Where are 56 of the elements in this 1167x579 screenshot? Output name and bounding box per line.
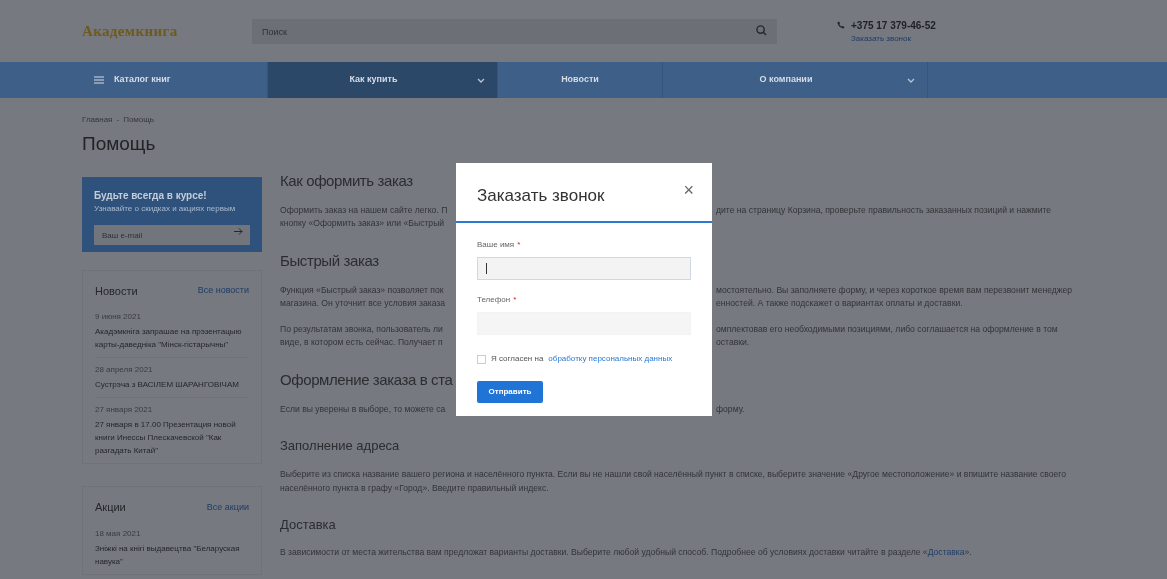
breadcrumb-link[interactable]: Помощь [123,114,155,126]
subscribe-subtitle: Узнавайте о скидках и акциях первым [94,202,237,215]
consent-checkbox[interactable] [477,354,486,364]
paragraph-text: омплектовав его необходимыми позициями, либо соглашается на оформление в том [716,323,1058,336]
all-items-link[interactable]: Все новости [197,284,249,298]
section-heading: Как оформить заказ [280,171,413,191]
search-field[interactable]: Поиск [252,19,777,45]
field-label: Ваше имя [477,239,515,251]
email-field[interactable]: Ваш e-mail [94,225,250,245]
section-heading: Оформление заказа в ста [280,370,453,390]
subscribe-title: Будьте всегда в курсе! [94,188,208,203]
close-button[interactable]: × [683,183,694,197]
menu-icon [94,76,104,84]
news-title[interactable]: Акадэмкніга запрашае на прэзентацыю карты-даведніка "Мінск-гістарычны" [95,325,249,351]
paragraph-text: Оформить заказ на нашем сайте легко. П [280,205,448,215]
chevron-down-icon [907,77,915,83]
arrow-right-icon[interactable] [234,227,243,235]
chevron-down-icon [477,77,485,83]
paragraph-text: Выберите из списка название вашего региона и населённого пункта. Если вы не нашли свой населённый пункт в списке, выберите значение «Другое местоположение» и впишите название своего населённого пункта в графу «Город». Введите правильный индекс. [280,468,1067,495]
field-label: Телефон [477,294,511,306]
page-title: Помощь [82,132,157,156]
search-icon[interactable] [756,24,767,36]
paragraph-text: магазина. Он уточнит все условия заказа [280,298,446,308]
callback-link[interactable]: Заказать звонок [837,32,936,45]
phone-icon [837,21,845,29]
paragraph-text: Если вы уверены в выборе, то можете са [280,404,446,414]
delivery-link[interactable]: Доставка [927,546,965,559]
breadcrumb-separator: - [116,114,120,126]
phone-number: +375 17 379-46-52 [851,18,936,33]
news-title[interactable]: 27 января в 17.00 Презентация новой книги Инессы Плескачевской "Как разгадать Китай" [95,418,249,457]
all-items-link[interactable]: Все акции [206,500,249,514]
section-heading: Доставка [280,517,336,533]
required-mark: * [517,239,521,251]
section-heading: Быстрый заказ [280,251,379,271]
paragraph-text: дите на страницу Корзина, проверьте правильность заказанных позиций и нажмите [716,204,1052,217]
privacy-link[interactable]: обработку персональных данных [548,353,673,365]
consent-text: Я согласен на [491,353,544,365]
required-mark: * [513,294,517,306]
nav-item[interactable]: Как купить [268,62,498,98]
news-title[interactable]: Сустрэча з ВАСІЛЕМ ШАРАНГОВІЧАМ [95,378,249,391]
block-title: Акции [95,500,126,515]
paragraph-text: виде, в котором есть сейчас. Получает п [280,337,443,347]
paragraph-text: Функция «Быстрый заказ» позволяет пок [280,285,444,295]
block-title: Новости [95,283,138,299]
paragraph-text: форму. [716,403,745,416]
section-heading: Заполнение адреса [280,438,400,454]
submit-button[interactable]: Отправить [477,381,543,403]
paragraph-text: мостоятельно. Вы заполняете форму, и через короткое время вам перезвонит менеджер [716,284,1073,297]
news-title[interactable]: Зніжкі на кнігі выдавецтва "Беларуская навука" [95,541,249,568]
paragraph-text: ». [964,546,972,559]
dialog-title: Заказать звонок [477,185,605,207]
input-field[interactable] [477,257,691,280]
paragraph-text: оставки. [716,336,750,349]
paragraph-text: По результатам звонка, пользователь ли [280,324,443,334]
paragraph-text: кнопку «Оформить заказ» или «Быстрый [280,218,445,228]
text-cursor-icon [486,263,487,274]
